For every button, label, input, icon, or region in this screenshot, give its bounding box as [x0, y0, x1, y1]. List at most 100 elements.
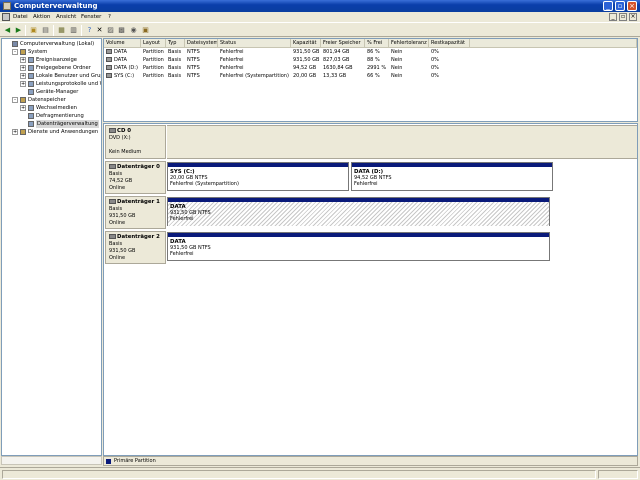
- app-icon: [3, 2, 11, 10]
- column-header[interactable]: Freier Speicher: [321, 39, 365, 48]
- tree-expander-icon[interactable]: -: [12, 97, 18, 103]
- volume-cell: Nein: [391, 49, 403, 55]
- tree-node-icon: [28, 89, 34, 95]
- disk-label[interactable]: Datenträger 2 Basis 931,50 GB Online: [105, 231, 166, 264]
- volume-cell: 0%: [431, 73, 439, 79]
- column-header[interactable]: % Frei: [365, 39, 389, 48]
- close-button[interactable]: ×: [627, 1, 637, 11]
- volume-cell: 0%: [431, 57, 439, 63]
- disk-label[interactable]: Datenträger 0 Basis 74,52 GB Online: [105, 161, 166, 194]
- menu-window[interactable]: Fenster: [81, 12, 101, 22]
- disk-title: Datenträger 0: [117, 164, 160, 170]
- doc-close-button[interactable]: ×: [629, 13, 637, 21]
- help-icon[interactable]: ?: [85, 26, 94, 35]
- column-header[interactable]: Fehlertoleranz: [389, 39, 429, 48]
- tree-expander-icon[interactable]: +: [12, 129, 18, 135]
- tree-item[interactable]: + Dienste und Anwendungen: [2, 128, 101, 136]
- menu-action[interactable]: Aktion: [33, 12, 50, 22]
- tree-expander-icon[interactable]: +: [20, 65, 26, 71]
- volume-cell: Partition: [143, 65, 164, 71]
- disk-name: Datenträger 1: [109, 199, 162, 206]
- doc-restore-button[interactable]: ▫: [619, 13, 627, 21]
- partition-block[interactable]: DATA 931,50 GB NTFS Fehlerfrei: [167, 197, 550, 226]
- column-header[interactable]: Kapazität: [291, 39, 321, 48]
- tree-node-icon: [28, 65, 34, 71]
- back-icon[interactable]: ◀: [3, 26, 12, 35]
- tree-item-label: Wechselmedien: [36, 105, 77, 111]
- status-panel-aux: [598, 470, 638, 479]
- volume-cell: 0%: [431, 65, 439, 71]
- minimize-button[interactable]: _: [603, 1, 613, 11]
- tree-item[interactable]: - System: [2, 48, 101, 56]
- search-icon[interactable]: ◉: [129, 26, 138, 35]
- partition-info: SYS (C:) 20,00 GB NTFS Fehlerfrei (Systemp…: [168, 167, 348, 191]
- show-hide-tree-icon[interactable]: ▤: [41, 26, 50, 35]
- disk-info: Basis: [109, 206, 123, 212]
- title-bar[interactable]: Computerverwaltung _ ▫ ×: [0, 0, 640, 12]
- console-icon[interactable]: ▣: [141, 26, 150, 35]
- tree-horizontal-scrollbar[interactable]: [1, 456, 102, 465]
- up-icon[interactable]: ▣: [29, 26, 38, 35]
- partition-block[interactable]: SYS (C:) 20,00 GB NTFS Fehlerfrei (Systemp…: [167, 162, 349, 191]
- partition-block[interactable]: DATA 931,50 GB NTFS Fehlerfrei: [167, 232, 550, 261]
- column-header[interactable]: Typ: [166, 39, 185, 48]
- tree-item[interactable]: + Wechselmedien: [2, 104, 101, 112]
- forward-icon[interactable]: ▶: [14, 26, 23, 35]
- disk-label[interactable]: Datenträger 1 Basis 931,50 GB Online: [105, 196, 166, 229]
- tree-item[interactable]: Datenträgerverwaltung: [2, 120, 101, 128]
- disk-icon: [109, 164, 116, 169]
- tree-expander-icon[interactable]: -: [12, 49, 18, 55]
- toolbar: ◀ ▶ ▣ ▤ ▦ ▥ ? ✕ ▨ ▩ ◉ ▣: [0, 22, 640, 37]
- computer-management-window: Computerverwaltung _ ▫ × Datei Aktion An…: [0, 0, 640, 480]
- tree-node-icon: [12, 41, 18, 47]
- tree-item-label: Datenträgerverwaltung: [36, 120, 99, 128]
- doc-minimize-button[interactable]: _: [609, 13, 617, 21]
- rescan-icon[interactable]: ▩: [117, 26, 126, 35]
- tree-item[interactable]: + Lokale Benutzer und Gruppen: [2, 72, 101, 80]
- tree-expander-icon[interactable]: +: [20, 73, 26, 79]
- navigation-tree[interactable]: Computerverwaltung (Lokal) - System + Ereign…: [1, 38, 102, 456]
- volume-cell: Partition: [143, 73, 164, 79]
- tree-expander-icon[interactable]: +: [20, 57, 26, 63]
- column-header[interactable]: Restkapazität: [429, 39, 470, 48]
- volume-cell: Basis: [168, 73, 182, 79]
- volume-cell[interactable]: DATA: [112, 56, 141, 64]
- tree-node-icon: [20, 97, 26, 103]
- column-header[interactable]: Layout: [141, 39, 166, 48]
- disk-icon: [109, 234, 116, 239]
- menu-file[interactable]: Datei: [13, 12, 28, 22]
- column-header[interactable]: Status: [218, 39, 291, 48]
- maximize-button[interactable]: ▫: [615, 1, 625, 11]
- disk-graphical-view[interactable]: CD 0 DVD (X:) Kein Medium Datenträger 0 Bas…: [103, 123, 638, 456]
- volume-cell: 94,52 GB: [293, 65, 317, 71]
- delete-icon[interactable]: ✕: [95, 26, 104, 35]
- column-header[interactable]: Dateisystem: [185, 39, 218, 48]
- disk-label[interactable]: CD 0 DVD (X:) Kein Medium: [105, 125, 166, 159]
- partition-status: Fehlerfrei (Systempartition): [170, 181, 239, 187]
- volume-cell: NTFS: [187, 73, 200, 79]
- tree-item-label: System: [28, 49, 48, 55]
- tree-item[interactable]: - Datenspeicher: [2, 96, 101, 104]
- tree-item[interactable]: Computerverwaltung (Lokal): [2, 40, 101, 48]
- tree-item[interactable]: Geräte-Manager: [2, 88, 101, 96]
- properties-icon[interactable]: ▦: [57, 26, 66, 35]
- document-icon[interactable]: [2, 13, 10, 21]
- column-header[interactable]: Volume: [104, 39, 141, 48]
- menu-view[interactable]: Ansicht: [56, 12, 76, 22]
- tree-item[interactable]: + Freigegebene Ordner: [2, 64, 101, 72]
- volume-cell[interactable]: DATA (D:): [112, 64, 141, 72]
- export-icon[interactable]: ▥: [69, 26, 78, 35]
- tree-expander-icon[interactable]: +: [20, 81, 26, 87]
- tree-item-label: Freigegebene Ordner: [36, 65, 91, 71]
- disk-view-icon[interactable]: ▨: [106, 26, 115, 35]
- tree-item[interactable]: + Ereignisanzeige: [2, 56, 101, 64]
- partition-block[interactable]: DATA (D:) 94,52 GB NTFS Fehlerfrei: [351, 162, 553, 191]
- tree-item[interactable]: + Leistungsprotokolle und Warnungen: [2, 80, 101, 88]
- tree-item[interactable]: Defragmentierung: [2, 112, 101, 120]
- volume-list[interactable]: Volume Layout Typ Dateisystem Status Kapazitä…: [103, 38, 638, 122]
- volume-cell[interactable]: SYS (C:): [112, 72, 141, 80]
- tree-expander-icon[interactable]: +: [20, 105, 26, 111]
- menu-help[interactable]: ?: [108, 12, 111, 22]
- tree-item-label: Lokale Benutzer und Gruppen: [36, 73, 101, 79]
- volume-cell[interactable]: DATA: [112, 48, 141, 56]
